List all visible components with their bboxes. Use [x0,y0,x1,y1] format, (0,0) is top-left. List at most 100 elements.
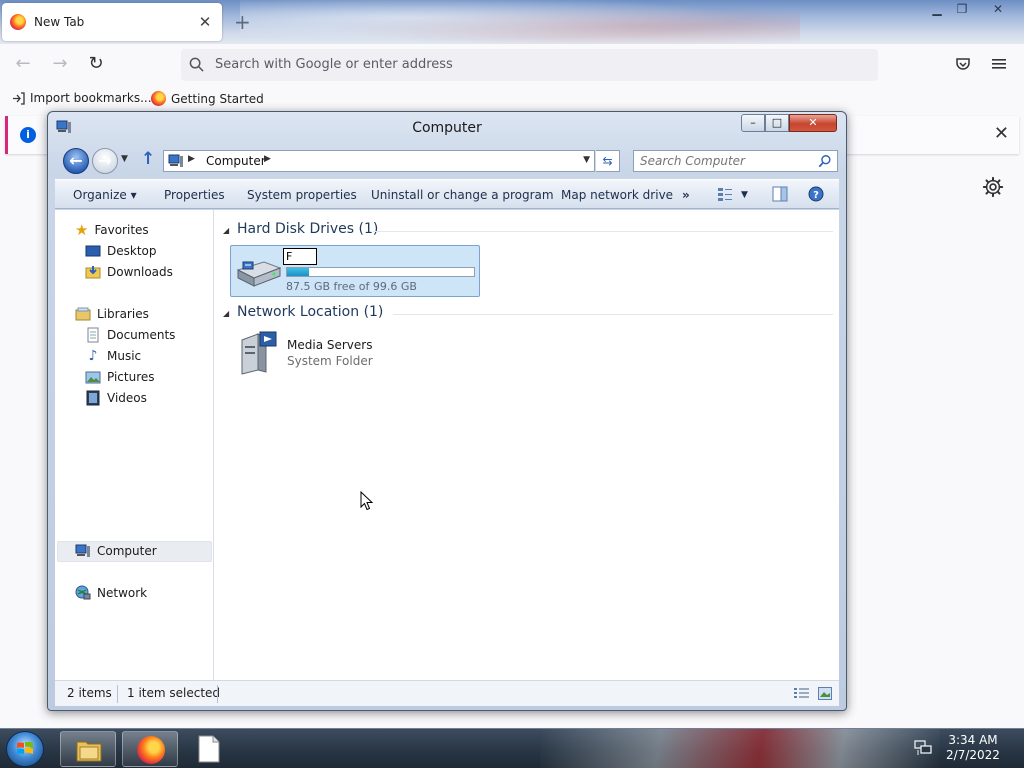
address-dropdown-icon[interactable]: ▼ [583,155,590,165]
media-servers-type: System Folder [287,354,373,368]
refresh-button[interactable]: ⇆ [596,150,620,172]
restore-icon[interactable]: ❐ [947,0,977,20]
drive-usage-bar [286,267,475,277]
back-button[interactable]: ← [63,148,89,174]
collapse-triangle-icon[interactable]: ◢ [223,226,229,235]
firefox-icon [151,91,166,106]
uninstall-program-button[interactable]: Uninstall or change a program [371,188,554,202]
change-view-icon[interactable] [717,186,733,202]
bookmark-getting-started[interactable]: Getting Started [151,91,264,106]
nav-item-downloads[interactable]: Downloads [85,262,173,282]
file-list: ◢ Hard Disk Drives (1) 87.5 GB free of 9… [215,210,839,680]
close-tab-icon[interactable]: ✕ [196,13,214,31]
nav-item-computer[interactable]: Computer [75,541,157,561]
info-icon: i [20,127,36,143]
up-arrow-icon[interactable]: ↑ [141,149,155,169]
drive-item-selected[interactable]: 87.5 GB free of 99.6 GB [230,245,480,297]
close-notification-icon[interactable]: ✕ [994,123,1009,144]
hard-drive-icon [236,261,282,287]
taskbar-firefox-button[interactable] [122,731,178,767]
forward-button[interactable]: → [92,148,118,174]
drive-usage-fill [287,268,310,276]
forward-arrow-icon[interactable]: → [48,52,72,76]
group-divider [373,231,833,232]
libraries-icon [75,307,91,321]
firefox-icon [137,736,165,764]
taskbar: 3:34 AM 2/7/2022 [0,728,1024,768]
selection-count: 1 item selected [127,686,221,700]
status-divider [117,685,118,703]
search-icon[interactable] [818,154,832,168]
collapse-triangle-icon[interactable]: ◢ [223,309,229,318]
nav-item-network[interactable]: Network [75,583,147,603]
computer-icon [168,154,183,167]
browser-tab-strip: New Tab ✕ + ▁ ❐ ✕ [0,0,1024,44]
nav-item-pictures[interactable]: Pictures [85,367,155,387]
pocket-icon[interactable] [955,56,971,72]
view-dropdown-icon[interactable]: ▼ [741,190,748,200]
window-title: Computer [412,120,482,136]
system-properties-button[interactable]: System properties [247,188,357,202]
close-window-icon[interactable]: ✕ [983,0,1013,20]
media-servers-item[interactable] [230,328,430,378]
media-servers-name[interactable]: Media Servers [287,338,372,352]
folder-icon [76,741,102,762]
bookmarks-bar: Import bookmarks... Getting Started [0,84,1024,112]
nav-item-music[interactable]: ♪ Music [85,346,142,366]
start-button[interactable] [6,731,44,767]
breadcrumb-computer[interactable]: Computer [206,154,266,168]
help-icon[interactable]: ? [808,186,824,202]
nav-item-libraries[interactable]: Libraries [75,304,149,324]
system-clock[interactable]: 3:34 AM 2/7/2022 [938,733,1008,763]
back-arrow-icon: ← [69,151,83,170]
explorer-title-bar[interactable]: Computer – □ ✕ [48,112,846,144]
pictures-icon [85,371,101,384]
chevron-right-icon[interactable]: ▶ [264,154,271,164]
search-input[interactable] [640,154,810,168]
document-icon [198,735,220,763]
properties-button[interactable]: Properties [164,188,225,202]
nav-item-desktop[interactable]: Desktop [85,241,157,261]
group-hard-disk-drives[interactable]: ◢ Hard Disk Drives (1) [223,220,833,242]
explorer-close-button[interactable]: ✕ [789,114,837,132]
bookmark-import[interactable]: Import bookmarks... [12,91,152,105]
taskbar-document-button[interactable] [198,735,224,763]
search-box[interactable] [633,150,838,172]
import-icon [13,91,25,105]
status-bar: 2 items 1 item selected [55,680,839,706]
music-icon: ♪ [88,348,98,364]
url-placeholder: Search with Google or enter address [215,57,453,72]
reload-icon[interactable]: ↻ [84,52,108,76]
nav-item-documents[interactable]: Documents [85,325,175,345]
chevron-right-icon[interactable]: ▶ [188,154,195,164]
nav-item-videos[interactable]: Videos [85,388,147,408]
rename-input[interactable] [283,248,317,265]
documents-icon [87,327,99,343]
menu-hamburger-icon[interactable] [992,57,1006,71]
address-bar[interactable]: ▶ Computer ▶ ▼ [163,150,595,172]
nav-item-favorites[interactable]: ★ Favorites [75,220,149,240]
item-count: 2 items [67,686,112,700]
gear-icon[interactable] [982,176,1004,198]
map-network-drive-button[interactable]: Map network drive [561,188,673,202]
organize-button[interactable]: Organize ▾ [73,188,137,202]
explorer-minimize-button[interactable]: – [741,114,765,132]
url-bar[interactable]: Search with Google or enter address [181,49,878,81]
network-status-icon[interactable] [914,740,932,756]
recent-pages-dropdown-icon[interactable]: ▼ [121,154,128,164]
large-icons-view-icon[interactable] [818,687,832,700]
explorer-address-row: ← → ▼ ↑ ▶ Computer ▶ ▼ ⇆ [58,146,840,174]
preview-pane-icon[interactable] [772,186,788,202]
browser-tab-new-tab[interactable]: New Tab ✕ [2,3,222,41]
group-network-location[interactable]: ◢ Network Location (1) [223,303,833,325]
status-divider [217,685,218,703]
network-icon [75,585,91,600]
new-tab-plus-icon[interactable]: + [234,10,251,34]
downloads-folder-icon [85,266,101,279]
more-commands-button[interactable]: » [682,188,690,202]
explorer-maximize-button[interactable]: □ [765,114,789,132]
star-icon: ★ [75,221,89,239]
details-view-icon[interactable] [794,687,809,700]
back-arrow-icon[interactable]: ← [11,52,35,76]
taskbar-explorer-button[interactable] [60,731,116,767]
